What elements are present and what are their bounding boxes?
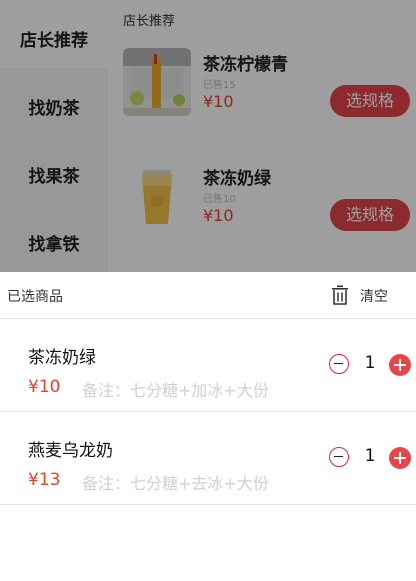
- dim-overlay[interactable]: [0, 0, 416, 272]
- increase-quantity-button[interactable]: [389, 447, 411, 469]
- increase-quantity-button[interactable]: [389, 354, 411, 376]
- cart-item: 茶冻奶绿 ¥10 备注：七分糖+加冰+大份 1: [0, 319, 416, 412]
- cart-item-price: ¥10: [28, 377, 61, 397]
- trash-icon[interactable]: [331, 285, 349, 305]
- cart-item: 燕麦乌龙奶 ¥13 备注：七分糖+去冰+大份 1: [0, 412, 416, 505]
- cart-item-note: 备注：七分糖+加冰+大份: [82, 381, 269, 400]
- cart-title: 已选商品: [7, 289, 63, 305]
- cart-item-price: ¥13: [28, 470, 61, 490]
- cart-sheet: 已选商品 清空 茶冻奶绿 ¥10 备注：七分糖+加冰+大份 1 燕麦乌龙奶 ¥1…: [0, 272, 416, 581]
- decrease-quantity-button[interactable]: [329, 354, 349, 374]
- clear-cart-button[interactable]: 清空: [360, 286, 388, 306]
- cart-header: 已选商品 清空: [0, 272, 416, 319]
- decrease-quantity-button[interactable]: [329, 447, 349, 467]
- cart-item-note: 备注：七分糖+去冰+大份: [82, 474, 269, 493]
- cart-item-quantity: 1: [364, 353, 376, 373]
- cart-item-name: 茶冻奶绿: [28, 348, 96, 368]
- cart-item-quantity: 1: [364, 446, 376, 466]
- menu-background: 店长推荐 找奶茶 找果茶 找拿铁 店长推荐 茶冻柠檬青 已售15 ¥10 选规格…: [0, 0, 416, 272]
- cart-item-name: 燕麦乌龙奶: [28, 441, 113, 461]
